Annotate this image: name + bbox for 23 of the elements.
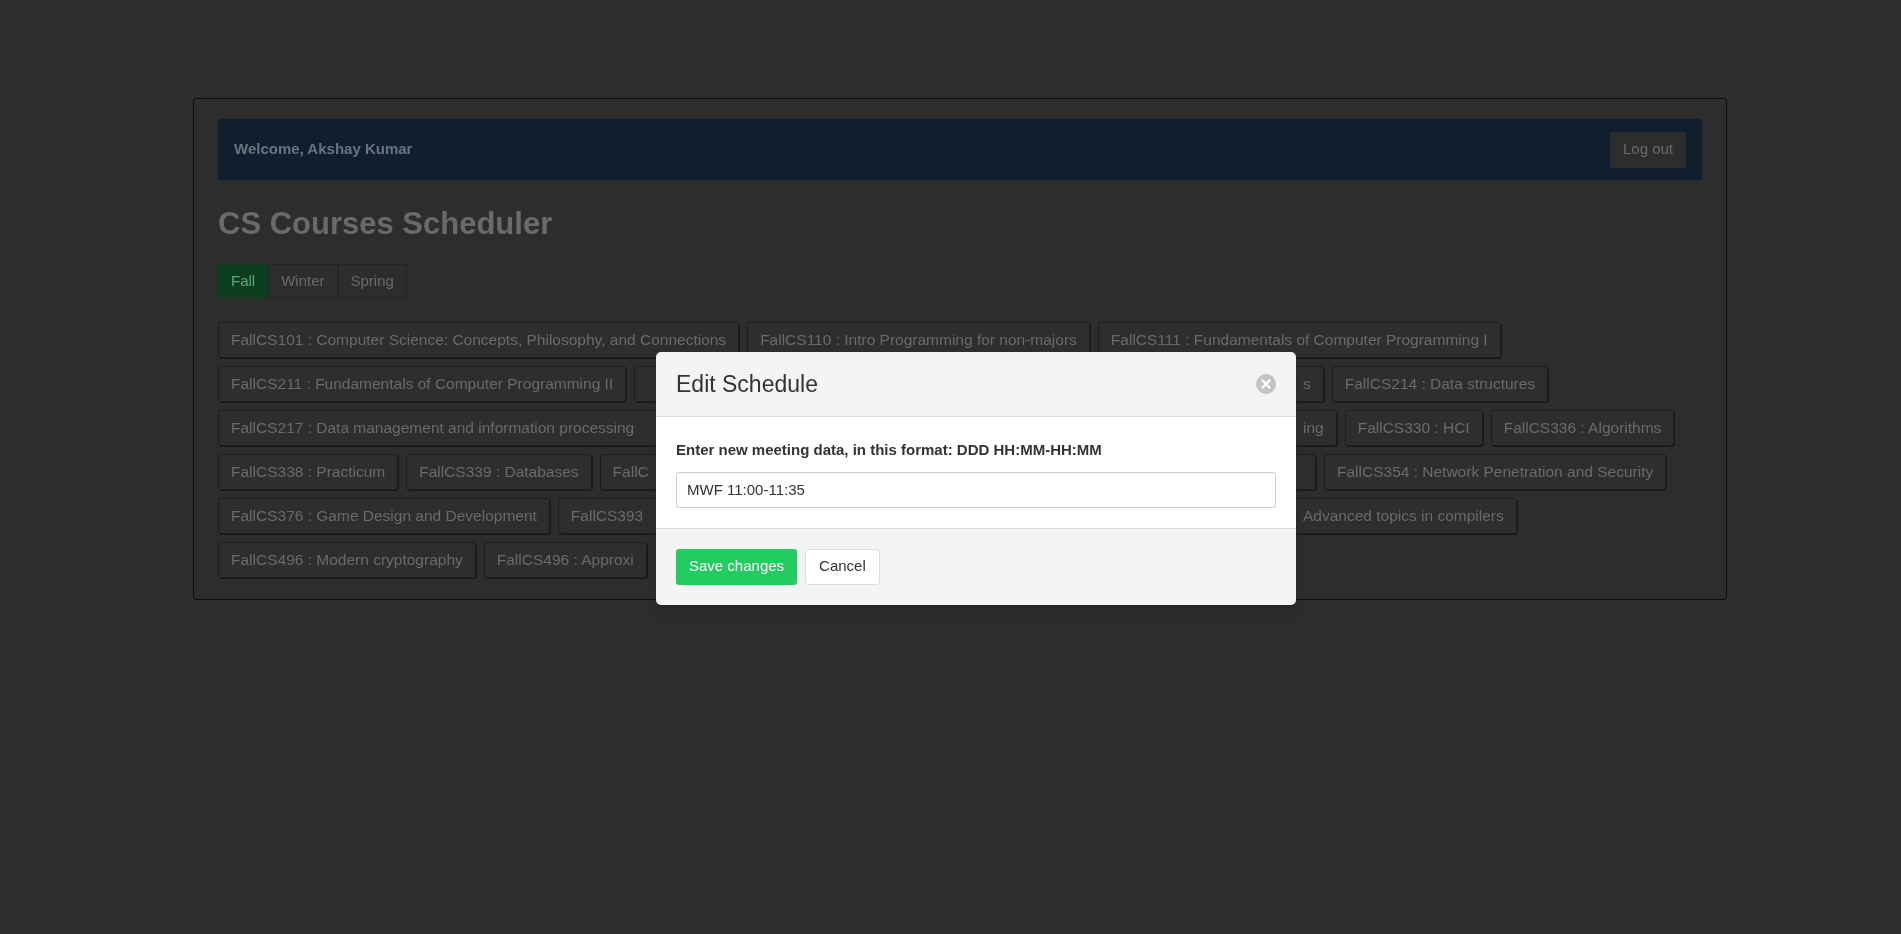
meeting-input[interactable]: MWF 11:00-11:35 <box>676 471 1276 508</box>
course-button[interactable]: FallCS339 : Databases <box>406 454 592 490</box>
logout-button[interactable]: Log out <box>1609 131 1686 168</box>
course-button[interactable]: FallCS338 : Practicum <box>218 454 399 490</box>
course-button[interactable]: FallCS330 : HCI <box>1344 410 1483 446</box>
course-button[interactable]: FallCS496 : Modern cryptography <box>218 542 476 578</box>
cancel-button[interactable]: Cancel <box>805 548 880 585</box>
course-button[interactable]: FallCS214 : Data structures <box>1331 366 1549 402</box>
course-button[interactable]: FallCS376 : Game Design and Development <box>218 498 550 534</box>
semester-tab[interactable]: Winter <box>268 264 338 298</box>
course-button[interactable]: FallCS496 : Approxi <box>483 542 647 578</box>
semester-tab[interactable]: Spring <box>337 264 407 298</box>
course-button[interactable]: FallCS354 : Network Penetration and Security <box>1324 454 1667 490</box>
dialog-title: Edit Schedule <box>676 369 818 399</box>
course-button[interactable]: FallCS101 : Computer Science: Concepts, Philosophy, and Connections <box>218 322 740 358</box>
page-title: CS Courses Scheduler <box>218 205 554 243</box>
course-button[interactable]: FallCS211 : Fundamentals of Computer Programming II <box>218 366 627 402</box>
close-icon[interactable] <box>1256 374 1276 394</box>
save-button[interactable]: Save changes <box>676 548 798 585</box>
course-button[interactable]: FallCS336 : Algorithms <box>1490 410 1675 446</box>
welcome-text: Welcome, Akshay Kumar <box>234 139 413 160</box>
semester-tab[interactable]: Fall <box>218 264 269 298</box>
course-button[interactable]: FallCS111 : Fundamentals of Computer Programming I <box>1097 322 1501 358</box>
